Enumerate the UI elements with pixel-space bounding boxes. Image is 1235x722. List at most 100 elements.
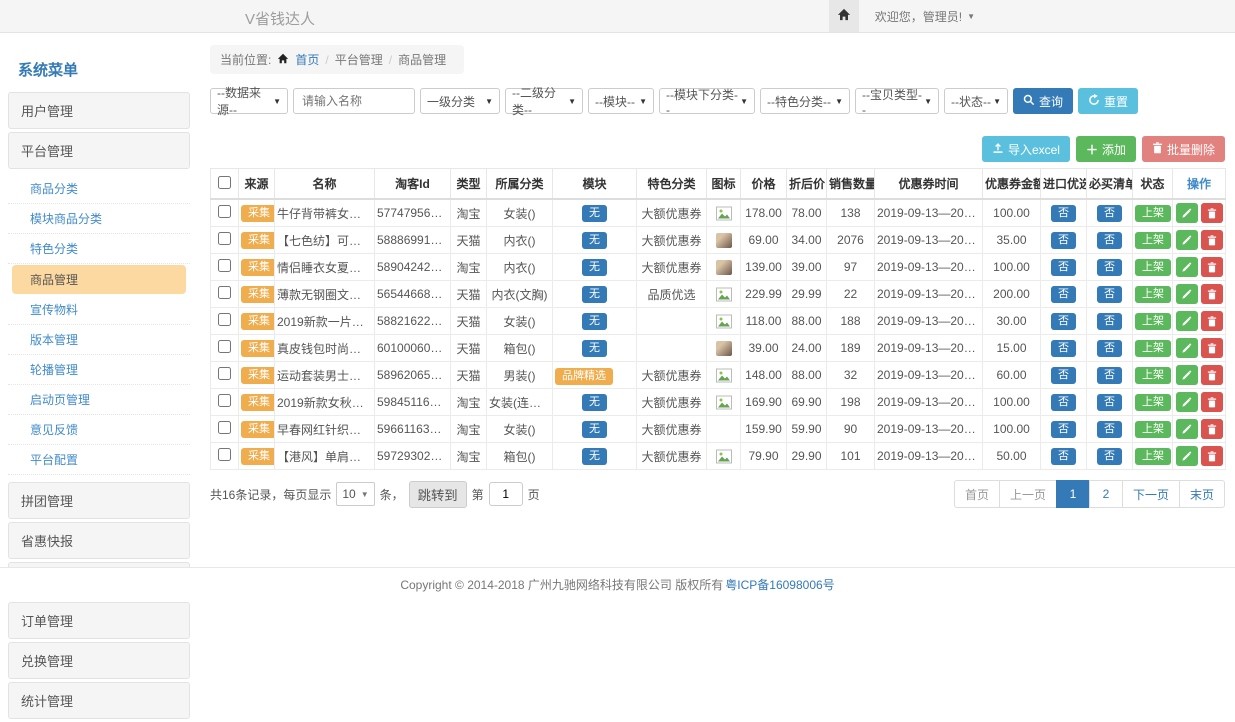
- edit-button[interactable]: [1176, 365, 1198, 385]
- edit-button[interactable]: [1176, 311, 1198, 331]
- import-select-toggle[interactable]: 否: [1051, 448, 1076, 465]
- filter-select-module-subcategory[interactable]: --模块下分类--▼: [659, 88, 755, 114]
- import-select-toggle[interactable]: 否: [1051, 232, 1076, 249]
- page-button-1[interactable]: 1: [1056, 480, 1090, 508]
- sidebar-group-订单管理[interactable]: 订单管理: [8, 602, 190, 639]
- import-select-toggle[interactable]: 否: [1051, 367, 1076, 384]
- sidebar-item-模块商品分类[interactable]: 模块商品分类: [8, 204, 190, 234]
- sidebar-group-兑换管理[interactable]: 兑换管理: [8, 642, 190, 679]
- filter-select-module[interactable]: --模块--▼: [588, 88, 654, 114]
- search-button[interactable]: 查询: [1013, 88, 1073, 114]
- status-badge[interactable]: 上架: [1135, 394, 1171, 411]
- filter-select-status[interactable]: --状态--▼: [944, 88, 1008, 114]
- must-buy-toggle[interactable]: 否: [1097, 340, 1122, 357]
- status-badge[interactable]: 上架: [1135, 340, 1171, 357]
- filter-select-feature-category[interactable]: --特色分类--▼: [760, 88, 850, 114]
- import-select-toggle[interactable]: 否: [1051, 259, 1076, 276]
- sidebar-group-用户管理[interactable]: 用户管理: [8, 92, 190, 129]
- filter-select-level2-category[interactable]: --二级分类--▼: [505, 88, 583, 114]
- status-badge[interactable]: 上架: [1135, 259, 1171, 276]
- sidebar-item-启动页管理[interactable]: 启动页管理: [8, 385, 190, 415]
- row-checkbox[interactable]: [218, 259, 231, 272]
- filter-select-item-type[interactable]: --宝贝类型--▼: [855, 88, 939, 114]
- sidebar-item-轮播管理[interactable]: 轮播管理: [8, 355, 190, 385]
- edit-button[interactable]: [1176, 257, 1198, 277]
- row-checkbox[interactable]: [218, 448, 231, 461]
- import-select-toggle[interactable]: 否: [1051, 205, 1076, 222]
- jump-button[interactable]: 跳转到: [409, 481, 467, 508]
- page-button-首页[interactable]: 首页: [954, 480, 1000, 508]
- sidebar-item-商品管理[interactable]: 商品管理: [12, 265, 186, 294]
- delete-button[interactable]: [1201, 446, 1223, 466]
- edit-button[interactable]: [1176, 203, 1198, 223]
- must-buy-toggle[interactable]: 否: [1097, 367, 1122, 384]
- import-select-toggle[interactable]: 否: [1051, 394, 1076, 411]
- must-buy-toggle[interactable]: 否: [1097, 286, 1122, 303]
- sidebar-item-宣传物料[interactable]: 宣传物料: [8, 295, 190, 325]
- per-page-select[interactable]: 10 ▼: [336, 482, 374, 506]
- select-all-checkbox[interactable]: [218, 176, 231, 189]
- sidebar-item-平台配置[interactable]: 平台配置: [8, 445, 190, 475]
- name-search-input[interactable]: [293, 88, 415, 114]
- reset-button[interactable]: 重置: [1078, 88, 1138, 114]
- row-checkbox[interactable]: [218, 394, 231, 407]
- import-select-toggle[interactable]: 否: [1051, 286, 1076, 303]
- sidebar-group-省惠快报[interactable]: 省惠快报: [8, 522, 190, 559]
- edit-button[interactable]: [1176, 284, 1198, 304]
- status-badge[interactable]: 上架: [1135, 448, 1171, 465]
- delete-button[interactable]: [1201, 365, 1223, 385]
- row-checkbox[interactable]: [218, 421, 231, 434]
- must-buy-toggle[interactable]: 否: [1097, 232, 1122, 249]
- delete-button[interactable]: [1201, 284, 1223, 304]
- delete-button[interactable]: [1201, 230, 1223, 250]
- sidebar-group-统计管理[interactable]: 统计管理: [8, 682, 190, 719]
- sidebar-item-意见反馈[interactable]: 意见反馈: [8, 415, 190, 445]
- status-badge[interactable]: 上架: [1135, 367, 1171, 384]
- sidebar-item-版本管理[interactable]: 版本管理: [8, 325, 190, 355]
- row-checkbox[interactable]: [218, 313, 231, 326]
- home-button[interactable]: [829, 0, 859, 32]
- sidebar-group-拼团管理[interactable]: 拼团管理: [8, 482, 190, 519]
- breadcrumb-home-link[interactable]: 首页: [295, 51, 319, 68]
- import-select-toggle[interactable]: 否: [1051, 313, 1076, 330]
- edit-button[interactable]: [1176, 446, 1198, 466]
- icp-link[interactable]: 粤ICP备16098006号: [725, 576, 834, 593]
- status-badge[interactable]: 上架: [1135, 286, 1171, 303]
- edit-button[interactable]: [1176, 419, 1198, 439]
- must-buy-toggle[interactable]: 否: [1097, 313, 1122, 330]
- must-buy-toggle[interactable]: 否: [1097, 421, 1122, 438]
- delete-button[interactable]: [1201, 419, 1223, 439]
- must-buy-toggle[interactable]: 否: [1097, 448, 1122, 465]
- page-button-上一页[interactable]: 上一页: [999, 480, 1057, 508]
- filter-select-data-source[interactable]: --数据来源--▼: [210, 88, 288, 114]
- filter-select-level1-category[interactable]: 一级分类▼: [420, 88, 500, 114]
- page-button-末页[interactable]: 末页: [1179, 480, 1225, 508]
- user-menu[interactable]: 欢迎您，管理员! ▼: [875, 8, 975, 25]
- row-checkbox[interactable]: [218, 367, 231, 380]
- status-badge[interactable]: 上架: [1135, 313, 1171, 330]
- must-buy-toggle[interactable]: 否: [1097, 205, 1122, 222]
- status-badge[interactable]: 上架: [1135, 205, 1171, 222]
- delete-button[interactable]: [1201, 203, 1223, 223]
- import-select-toggle[interactable]: 否: [1051, 421, 1076, 438]
- edit-button[interactable]: [1176, 392, 1198, 412]
- must-buy-toggle[interactable]: 否: [1097, 259, 1122, 276]
- edit-button[interactable]: [1176, 338, 1198, 358]
- delete-button[interactable]: [1201, 338, 1223, 358]
- delete-button[interactable]: [1201, 392, 1223, 412]
- add-button[interactable]: ＋ 添加: [1076, 136, 1136, 162]
- delete-button[interactable]: [1201, 257, 1223, 277]
- edit-button[interactable]: [1176, 230, 1198, 250]
- import-excel-button[interactable]: 导入excel: [982, 136, 1070, 162]
- page-button-2[interactable]: 2: [1089, 480, 1123, 508]
- must-buy-toggle[interactable]: 否: [1097, 394, 1122, 411]
- jump-page-input[interactable]: [489, 482, 523, 506]
- import-select-toggle[interactable]: 否: [1051, 340, 1076, 357]
- row-checkbox[interactable]: [218, 205, 231, 218]
- row-checkbox[interactable]: [218, 232, 231, 245]
- status-badge[interactable]: 上架: [1135, 232, 1171, 249]
- row-checkbox[interactable]: [218, 340, 231, 353]
- batch-delete-button[interactable]: 批量删除: [1142, 136, 1225, 162]
- sidebar-item-商品分类[interactable]: 商品分类: [8, 174, 190, 204]
- sidebar-item-特色分类[interactable]: 特色分类: [8, 234, 190, 264]
